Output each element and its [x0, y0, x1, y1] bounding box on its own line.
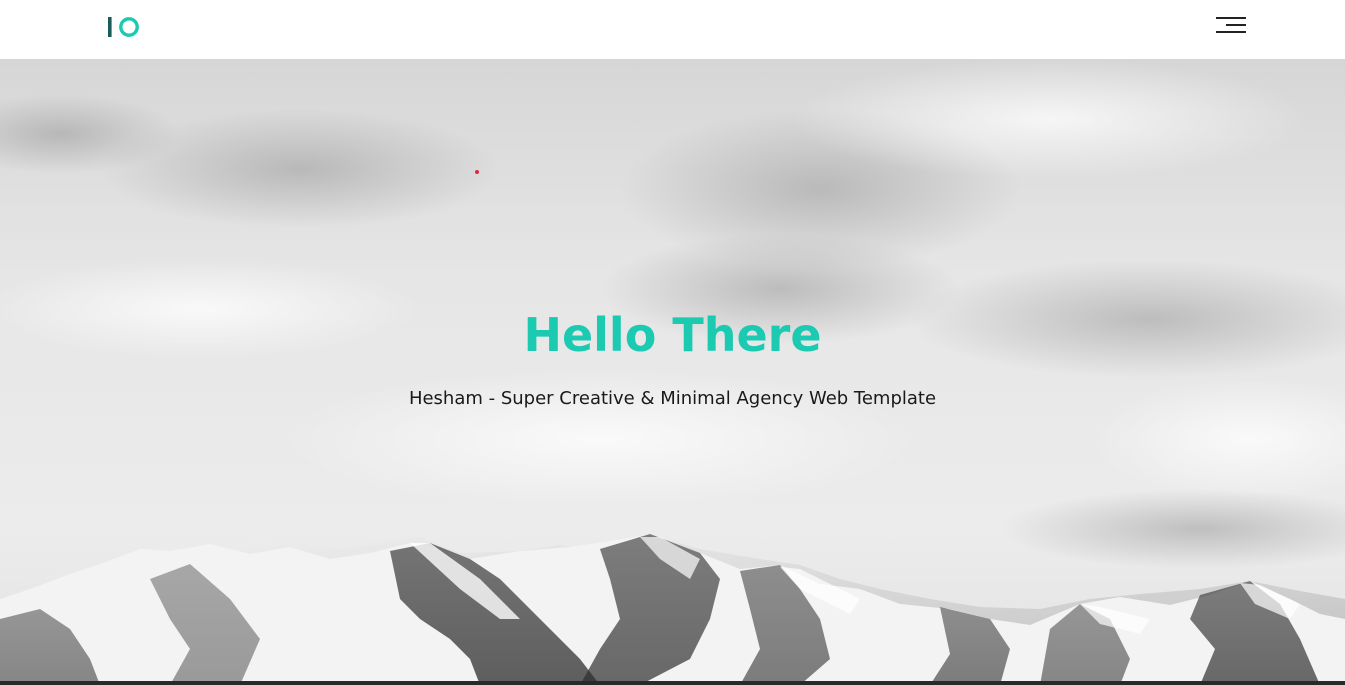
hero-subtitle: Hesham - Super Creative & Minimal Agency…: [408, 388, 937, 409]
hero-title: Hello There: [523, 308, 822, 362]
hero-background-image: [0, 59, 1345, 685]
site-header: [0, 0, 1345, 59]
page: Hello There Hesham - Super Creative & Mi…: [0, 0, 1345, 685]
hamburger-menu-bar: [1216, 31, 1246, 33]
hamburger-menu-button[interactable]: [1211, 14, 1249, 38]
cursor-dot: [475, 170, 479, 174]
hamburger-menu-bar: [1226, 24, 1246, 26]
hero-section: Hello There Hesham - Super Creative & Mi…: [0, 59, 1345, 685]
hamburger-menu-icon: [1216, 17, 1246, 19]
io-logo-icon[interactable]: [106, 15, 142, 39]
